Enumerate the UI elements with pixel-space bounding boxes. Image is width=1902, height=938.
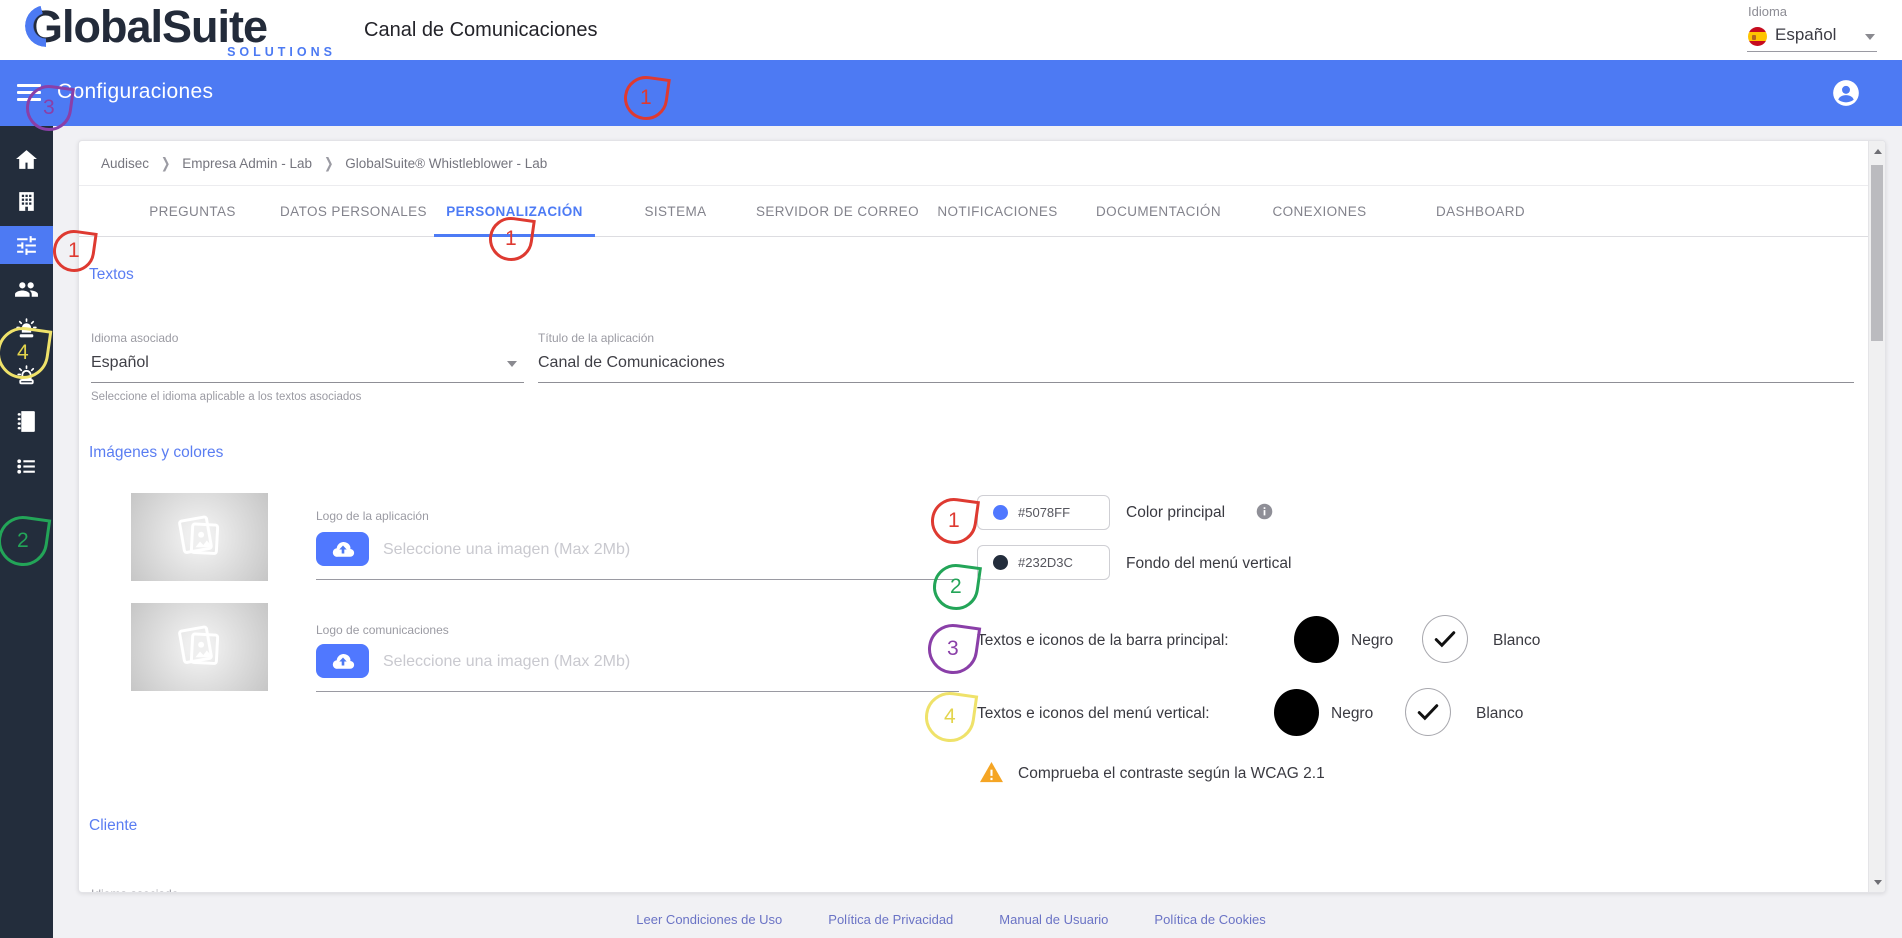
- titulo-aplicacion-input[interactable]: Canal de Comunicaciones: [538, 354, 725, 372]
- home-icon[interactable]: [14, 147, 39, 172]
- barra-principal-row-label: Textos e iconos de la barra principal:: [977, 632, 1229, 650]
- logo-com-underline: [316, 691, 959, 692]
- chevron-down-icon: [1865, 34, 1875, 40]
- idioma-underline: [91, 382, 524, 383]
- upload-cloud-button[interactable]: [316, 644, 369, 678]
- color-fondo-label: Fondo del menú vertical: [1126, 555, 1291, 573]
- tab-documentacion[interactable]: DOCUMENTACIÓN: [1078, 186, 1239, 237]
- info-icon[interactable]: [1256, 503, 1273, 520]
- chevron-right-icon: ❯: [161, 155, 170, 172]
- scrollbar-thumb[interactable]: [1871, 165, 1883, 341]
- tab-dashboard[interactable]: DASHBOARD: [1400, 186, 1561, 237]
- logo-com-placeholder[interactable]: Seleccione una imagen (Max 2Mb): [383, 653, 630, 671]
- color-principal-chip[interactable]: #5078FF: [977, 495, 1110, 530]
- menu-negro-label: Negro: [1331, 705, 1373, 723]
- wcag-warning-text: Comprueba el contraste según la WCAG 2.1: [1018, 765, 1325, 783]
- footer-links: Leer Condiciones de Uso Política de Priv…: [0, 912, 1902, 927]
- tab-bar: PREGUNTAS DATOS PERSONALES PERSONALIZACI…: [112, 186, 1561, 237]
- footer-link-condiciones[interactable]: Leer Condiciones de Uso: [636, 912, 782, 927]
- logo-solutions-text: SOLUTIONS: [146, 45, 336, 59]
- breadcrumb-item-empresa[interactable]: Empresa Admin - Lab: [182, 156, 312, 171]
- logo-app-underline: [316, 579, 959, 580]
- color-fondo-hex: #232D3C: [1018, 555, 1073, 570]
- menu-blanco-label: Blanco: [1476, 705, 1523, 723]
- cliente-idioma-label-clipped: Idioma asociado: [91, 887, 178, 893]
- building-icon[interactable]: [14, 189, 39, 214]
- logo-com-label: Logo de comunicaciones: [316, 623, 449, 637]
- footer-link-cookies[interactable]: Política de Cookies: [1154, 912, 1265, 927]
- breadcrumb: Audisec ❯ Empresa Admin - Lab ❯ GlobalSu…: [79, 141, 1885, 186]
- spain-flag-icon: [1748, 27, 1767, 46]
- account-circle-icon[interactable]: [1832, 79, 1860, 107]
- idioma-asociado-select[interactable]: Español: [91, 354, 149, 372]
- logo-com-preview: [131, 603, 268, 691]
- tab-servidor-de-correo[interactable]: SERVIDOR DE CORREO: [756, 186, 917, 237]
- warning-icon: [980, 762, 1003, 783]
- color-swatch-dark: [993, 555, 1008, 570]
- toolbar-title: Configuraciones: [57, 60, 213, 126]
- menu-blanco-radio-selected[interactable]: [1405, 688, 1451, 736]
- page-title: Canal de Comunicaciones: [364, 0, 597, 60]
- notebook-icon[interactable]: [14, 409, 39, 434]
- vertical-scrollbar[interactable]: [1868, 141, 1885, 892]
- app-window: GlobalSuite SOLUTIONS Canal de Comunicac…: [0, 0, 1902, 938]
- idioma-helper-text: Seleccione el idioma aplicable a los tex…: [91, 391, 361, 403]
- barra-blanco-label: Blanco: [1493, 632, 1540, 650]
- top-header: GlobalSuite SOLUTIONS Canal de Comunicac…: [0, 0, 1902, 60]
- sliders-icon[interactable]: [14, 233, 39, 258]
- language-value: Español: [1775, 25, 1836, 45]
- barra-negro-label: Negro: [1351, 632, 1393, 650]
- breadcrumb-item-audisec[interactable]: Audisec: [101, 156, 149, 171]
- menu-negro-radio[interactable]: [1274, 689, 1319, 736]
- titulo-aplicacion-label: Título de la aplicación: [538, 331, 654, 345]
- people-icon[interactable]: [14, 277, 39, 302]
- section-title-imagenes: Imágenes y colores: [89, 444, 223, 462]
- color-fondo-chip[interactable]: #232D3C: [977, 545, 1110, 580]
- tab-notificaciones[interactable]: NOTIFICACIONES: [917, 186, 1078, 237]
- footer-link-privacidad[interactable]: Política de Privacidad: [828, 912, 953, 927]
- chevron-down-icon: [507, 361, 517, 367]
- globalsuite-logo: GlobalSuite SOLUTIONS: [28, 0, 358, 60]
- primary-toolbar: Configuraciones: [0, 60, 1902, 126]
- settings-card: Audisec ❯ Empresa Admin - Lab ❯ GlobalSu…: [78, 140, 1886, 893]
- scroll-down-arrow[interactable]: [1869, 874, 1886, 890]
- language-select[interactable]: Español: [1747, 22, 1877, 52]
- menu-vertical-row-label: Textos e iconos del menú vertical:: [977, 705, 1210, 723]
- section-title-cliente: Cliente: [89, 817, 137, 835]
- idioma-asociado-label: Idioma asociado: [91, 331, 178, 345]
- tab-sistema[interactable]: SISTEMA: [595, 186, 756, 237]
- titulo-underline: [538, 382, 1854, 383]
- tab-datos-personales[interactable]: DATOS PERSONALES: [273, 186, 434, 237]
- logo-g-arc: [25, 5, 67, 47]
- upload-cloud-button[interactable]: [316, 532, 369, 566]
- color-principal-hex: #5078FF: [1018, 505, 1070, 520]
- chevron-right-icon: ❯: [324, 155, 333, 172]
- breadcrumb-item-whistleblower[interactable]: GlobalSuite® Whistleblower - Lab: [345, 156, 547, 171]
- logo-app-label: Logo de la aplicación: [316, 509, 429, 523]
- scroll-up-arrow[interactable]: [1869, 143, 1886, 159]
- color-swatch-blue: [993, 505, 1008, 520]
- barra-negro-radio[interactable]: [1294, 616, 1339, 663]
- footer-link-manual[interactable]: Manual de Usuario: [999, 912, 1108, 927]
- logo-app-placeholder[interactable]: Seleccione una imagen (Max 2Mb): [383, 541, 630, 559]
- color-principal-label: Color principal: [1126, 504, 1225, 522]
- list-icon[interactable]: [14, 454, 39, 479]
- language-label: Idioma: [1748, 4, 1787, 19]
- barra-blanco-radio-selected[interactable]: [1422, 615, 1468, 663]
- tab-conexiones[interactable]: CONEXIONES: [1239, 186, 1400, 237]
- section-title-textos: Textos: [89, 266, 134, 284]
- logo-app-preview: [131, 493, 268, 581]
- tab-preguntas[interactable]: PREGUNTAS: [112, 186, 273, 237]
